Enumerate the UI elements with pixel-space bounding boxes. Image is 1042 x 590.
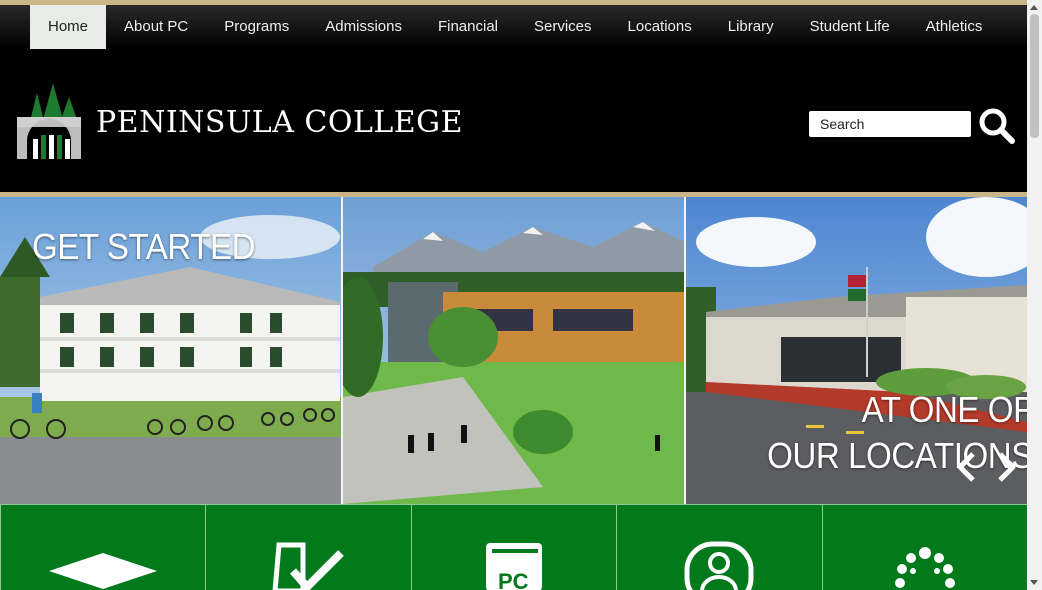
user-icon xyxy=(684,541,754,590)
hero-photo-campus[interactable] xyxy=(343,197,684,504)
hero-headline-line-2: OUR LOCATIONS xyxy=(767,435,1027,476)
svg-text:PC: PC xyxy=(498,569,529,590)
hero-headline-get-started[interactable]: GET STARTED xyxy=(32,224,256,270)
scroll-up-icon[interactable] xyxy=(1030,5,1038,10)
graduation-cap-icon xyxy=(49,553,158,589)
book-icon: PC xyxy=(486,543,543,590)
nav-item-library[interactable]: Library xyxy=(710,5,792,49)
hero-carousel: GET STARTED AT ONE OF OUR LOCATIONS xyxy=(0,197,1027,504)
nav-item-about-pc[interactable]: About PC xyxy=(106,5,206,49)
checklist-icon xyxy=(272,542,344,590)
main-nav: Home About PC Programs Admissions Financ… xyxy=(0,5,1027,49)
site-header: PENINSULA COLLEGE xyxy=(0,49,1027,192)
nav-item-programs[interactable]: Programs xyxy=(206,5,307,49)
nav-item-admissions[interactable]: Admissions xyxy=(307,5,420,49)
top-navigation-bar: Home About PC Programs Admissions Financ… xyxy=(0,0,1027,49)
scroll-down-icon[interactable] xyxy=(1030,580,1038,585)
quick-link-tile[interactable]: PC xyxy=(410,504,617,590)
dots-circle-icon xyxy=(894,547,955,588)
nav-item-student-life[interactable]: Student Life xyxy=(792,5,908,49)
quick-link-tile[interactable] xyxy=(616,504,822,590)
nav-item-athletics[interactable]: Athletics xyxy=(908,5,1001,49)
nav-item-financial[interactable]: Financial xyxy=(420,5,516,49)
quick-links: PC xyxy=(0,504,1028,590)
college-logo[interactable] xyxy=(15,81,83,161)
nav-item-services[interactable]: Services xyxy=(516,5,610,49)
quick-link-tile[interactable] xyxy=(205,504,411,590)
hero-photo-historic-building[interactable]: GET STARTED xyxy=(0,197,341,504)
college-name[interactable]: PENINSULA COLLEGE xyxy=(96,105,463,140)
page-scrollbar[interactable] xyxy=(1027,0,1042,590)
quick-link-tile[interactable] xyxy=(821,504,1028,590)
scroll-thumb[interactable] xyxy=(1030,14,1039,138)
hero-headline-locations[interactable]: AT ONE OF OUR LOCATIONS xyxy=(767,387,1027,479)
nav-item-locations[interactable]: Locations xyxy=(610,5,710,49)
search-input[interactable] xyxy=(809,111,971,137)
nav-item-home[interactable]: Home xyxy=(30,5,107,49)
chevron-left-icon[interactable] xyxy=(955,451,977,483)
hero-headline-line-1: AT ONE OF xyxy=(861,389,1027,430)
search-icon[interactable] xyxy=(978,107,1016,145)
chevron-right-icon[interactable] xyxy=(996,451,1018,483)
quick-link-tile[interactable] xyxy=(0,504,206,590)
